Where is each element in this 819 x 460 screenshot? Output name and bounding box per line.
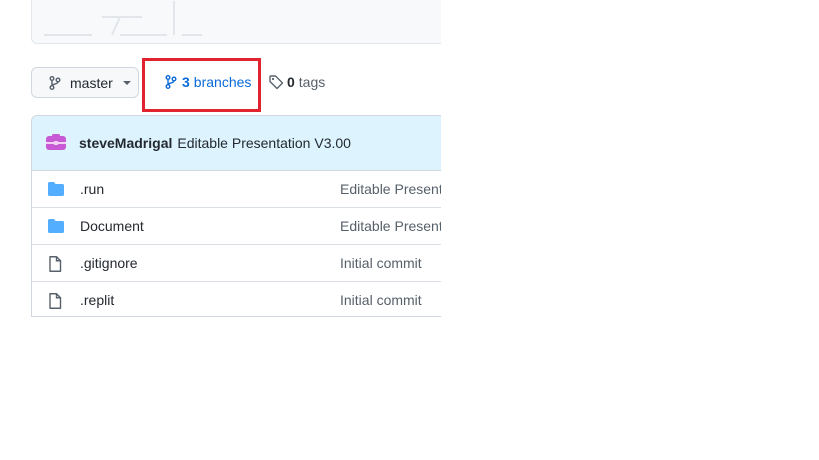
commit-author-link[interactable]: steveMadrigal: [79, 135, 172, 151]
file-name-link[interactable]: .run: [80, 181, 104, 197]
file-icon: [48, 256, 62, 272]
file-commit-message-link[interactable]: Initial commit: [340, 255, 422, 271]
file-name-link[interactable]: .replit: [80, 292, 114, 308]
file-list: steveMadrigal Editable Presentation V3.0…: [31, 115, 462, 317]
file-name-link[interactable]: Document: [80, 218, 144, 234]
table-row: .gitignore Initial commit: [32, 245, 462, 282]
highlight-box: [142, 58, 261, 112]
git-branch-icon: [49, 75, 61, 90]
file-icon: [48, 293, 62, 309]
tags-count: 0: [287, 74, 295, 90]
table-row: .run Editable Presentation V3.00: [32, 171, 462, 208]
commit-message-link[interactable]: Editable Presentation V3.00: [177, 135, 351, 151]
caret-down-icon: [122, 80, 132, 86]
folder-icon: [48, 182, 64, 196]
file-name-link[interactable]: .gitignore: [80, 255, 138, 271]
avatar[interactable]: [45, 133, 67, 153]
table-row: .replit Initial commit: [32, 282, 462, 316]
branch-select-button[interactable]: master: [31, 67, 139, 98]
table-row: Document Editable Presentation V3.00: [32, 208, 462, 245]
preview-decoration: [44, 1, 202, 36]
file-commit-message-link[interactable]: Initial commit: [340, 292, 422, 308]
crop-area: [441, 0, 819, 460]
readme-preview-card: [31, 0, 453, 44]
latest-commit-bar: steveMadrigal Editable Presentation V3.0…: [32, 116, 462, 171]
folder-icon: [48, 219, 64, 233]
tags-label: tags: [298, 74, 326, 90]
tags-link[interactable]: 0 tags: [268, 74, 325, 90]
tag-icon: [268, 74, 284, 90]
branch-name: master: [70, 74, 113, 91]
